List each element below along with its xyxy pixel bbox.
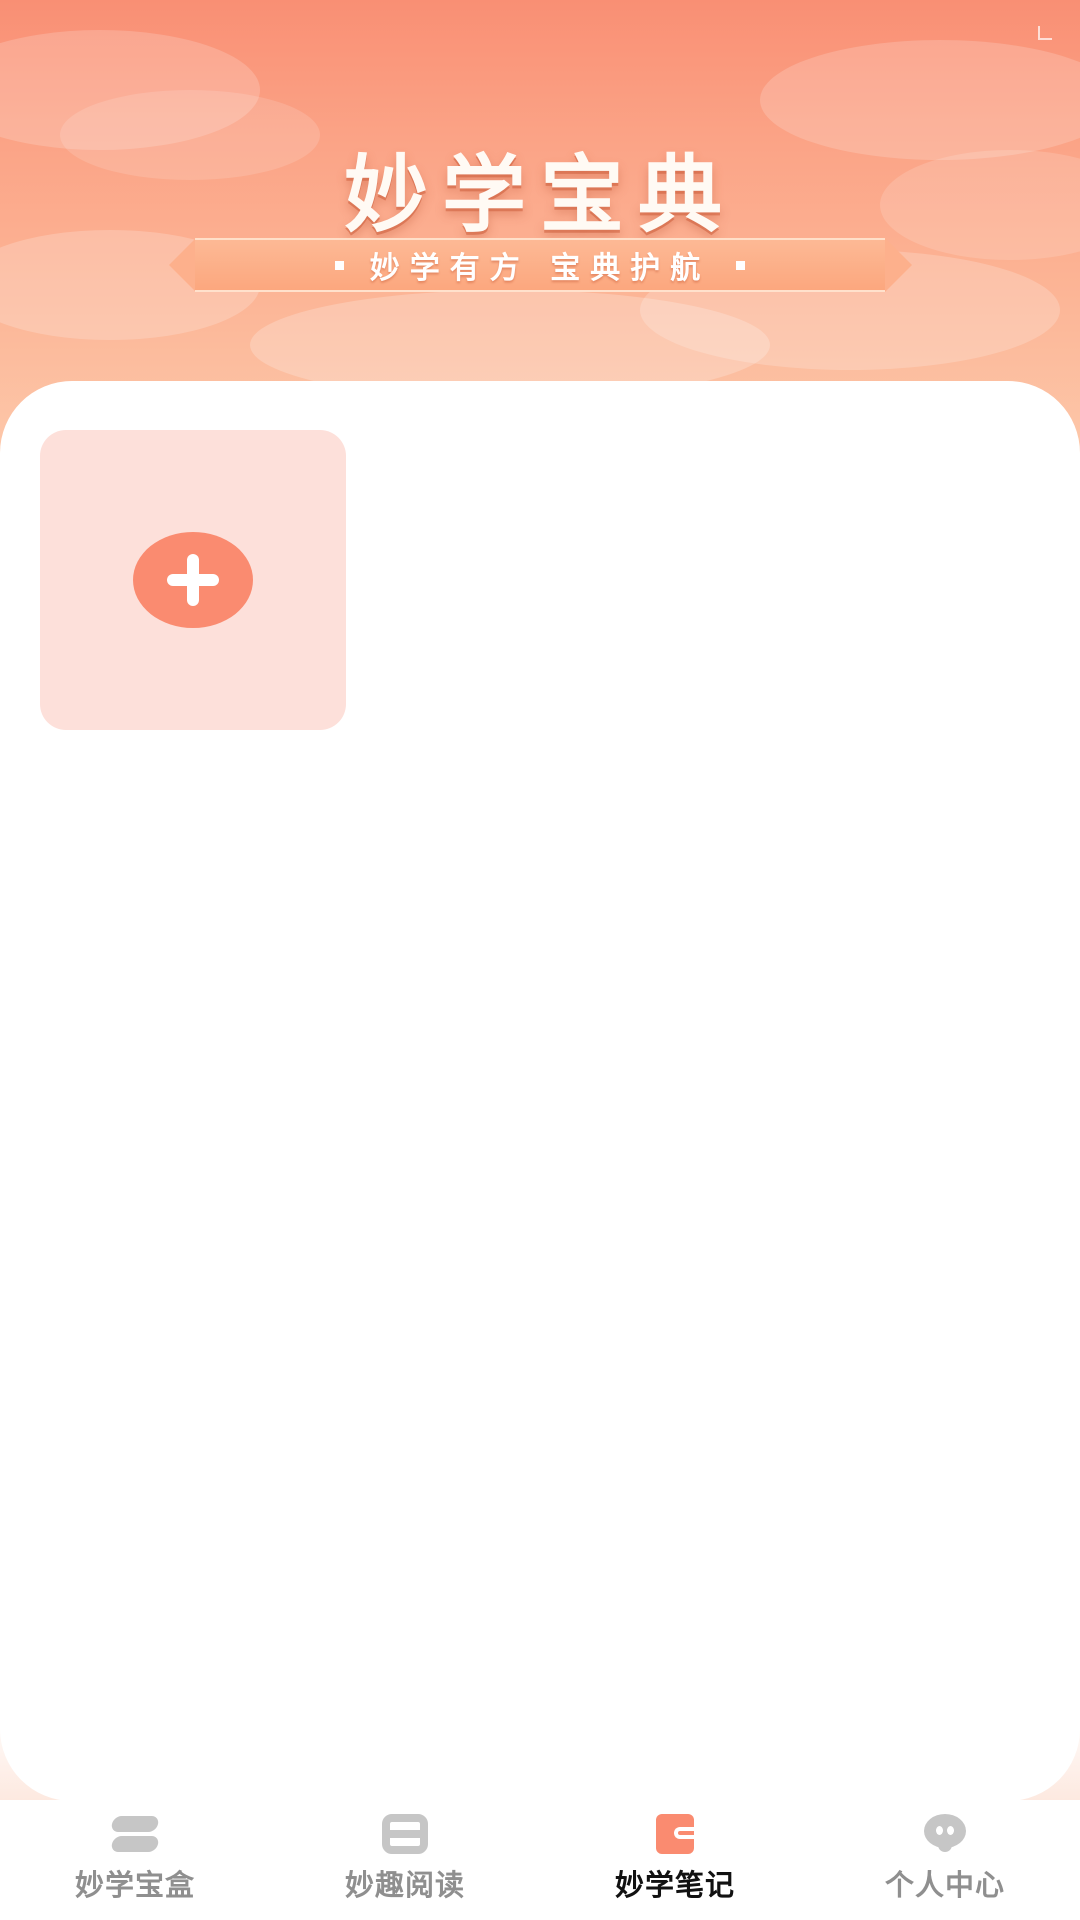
person-icon	[924, 1814, 966, 1854]
tab-label: 妙趣阅读	[344, 1868, 465, 1902]
dot-icon	[334, 260, 344, 270]
add-note-button[interactable]	[133, 532, 253, 628]
tab-treasure-box[interactable]: 妙学宝盒	[0, 1800, 270, 1920]
ribbon-right-tip	[885, 238, 912, 292]
tab-fun-reading[interactable]: 妙趣阅读	[270, 1800, 540, 1920]
note-icon	[656, 1814, 694, 1854]
bottom-tab-bar: 妙学宝盒 妙趣阅读 妙学笔记 个人中心	[0, 1800, 1080, 1920]
tab-label: 妙学宝盒	[74, 1868, 195, 1902]
slogan-ribbon: 妙学有方 宝典护航	[195, 238, 885, 292]
tab-label: 个人中心	[884, 1868, 1005, 1902]
slogan-text: 妙学有方 宝典护航	[369, 251, 711, 286]
tab-personal-center[interactable]: 个人中心	[810, 1800, 1080, 1920]
tab-study-notes[interactable]: 妙学笔记	[540, 1800, 810, 1920]
box-icon	[110, 1814, 160, 1854]
app-title: 妙学宝典	[343, 145, 736, 244]
corner-mark-icon	[1038, 26, 1052, 40]
ribbon-left-tip	[169, 238, 196, 292]
tab-label: 妙学笔记	[614, 1868, 735, 1902]
plus-icon	[187, 554, 199, 606]
dot-icon	[736, 260, 746, 270]
reading-icon	[382, 1814, 428, 1854]
add-note-tile[interactable]	[40, 430, 346, 730]
